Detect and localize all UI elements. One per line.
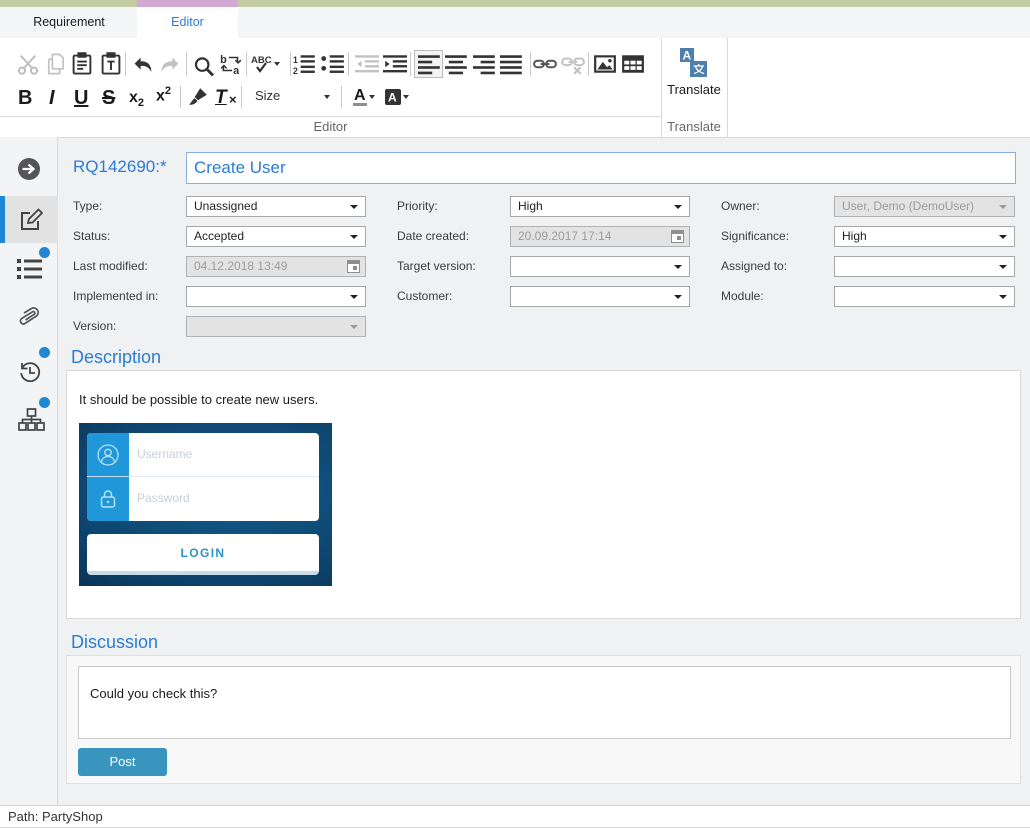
svg-text:b: b bbox=[220, 54, 227, 66]
svg-text:2: 2 bbox=[293, 66, 298, 76]
svg-text:A: A bbox=[683, 49, 692, 63]
svg-text:A: A bbox=[388, 91, 397, 105]
svg-text:1: 1 bbox=[293, 55, 298, 65]
svg-text:a: a bbox=[233, 65, 240, 76]
svg-text:ABC: ABC bbox=[251, 55, 272, 66]
